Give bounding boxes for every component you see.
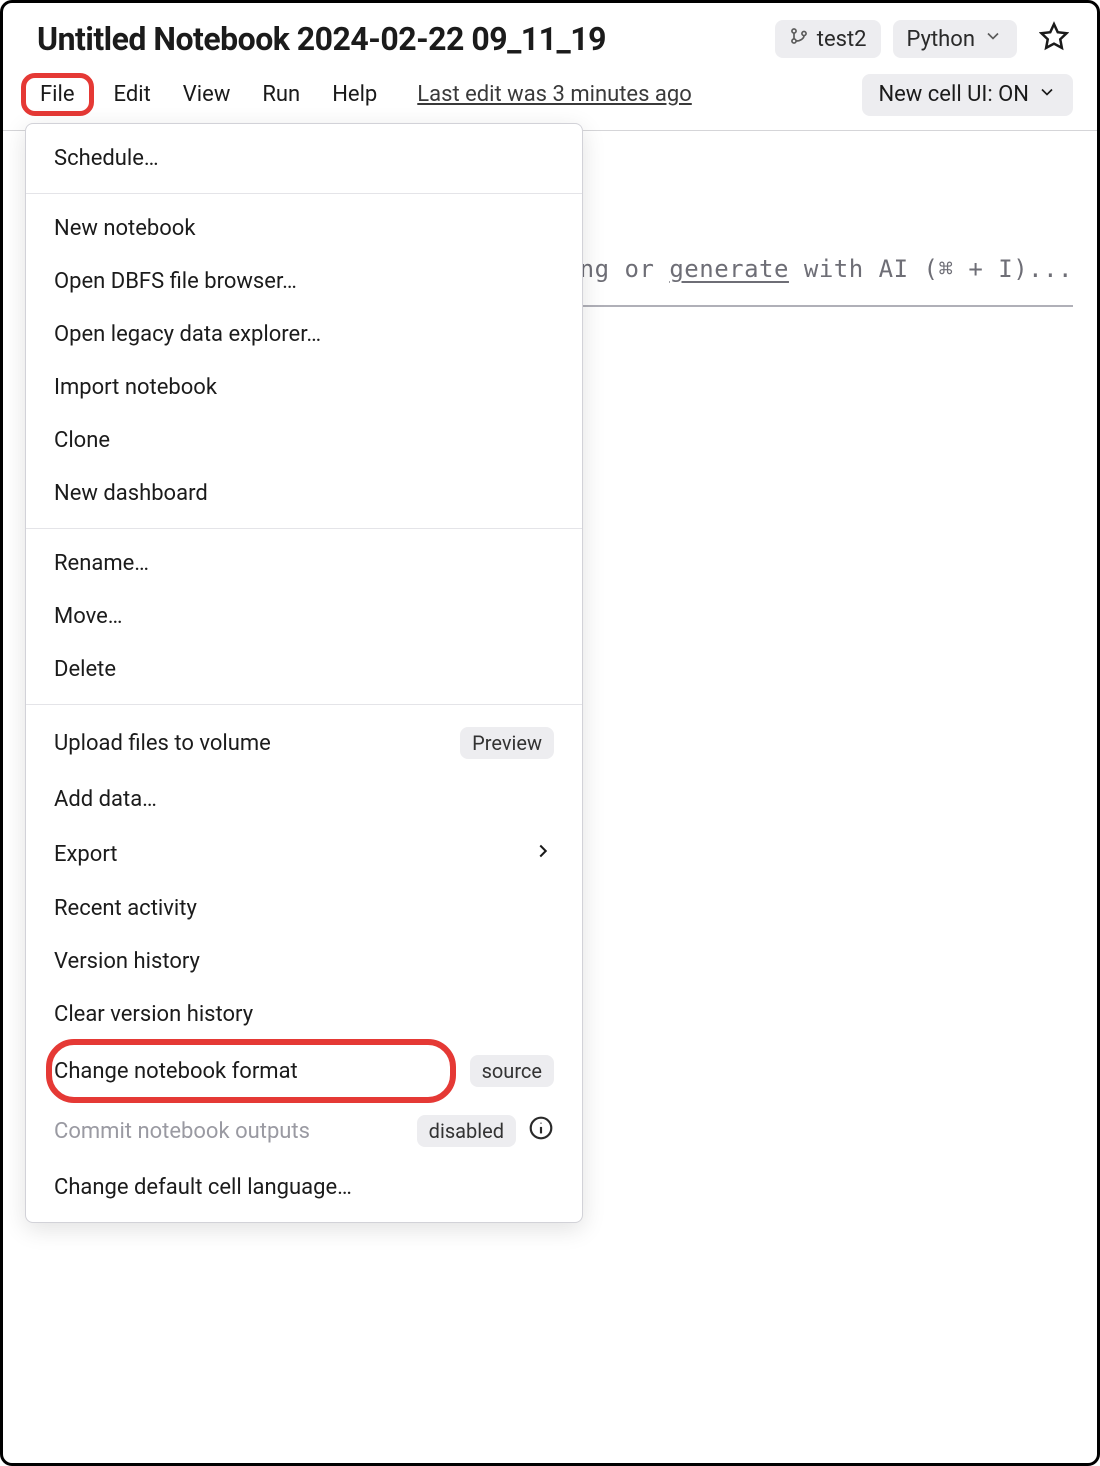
menu-view[interactable]: View bbox=[167, 76, 247, 113]
menu-item-label: Open DBFS file browser… bbox=[54, 269, 554, 294]
notebook-title[interactable]: Untitled Notebook 2024-02-22 09_11_19 bbox=[37, 20, 606, 58]
menu-item-label: Open legacy data explorer… bbox=[54, 322, 554, 347]
menu-item-label: Clear version history bbox=[54, 1002, 554, 1027]
file-menu-add-data[interactable]: Add data… bbox=[26, 773, 582, 826]
branch-label: test2 bbox=[817, 27, 867, 52]
file-menu-upload-volume[interactable]: Upload files to volume Preview bbox=[26, 713, 582, 773]
file-menu-import-notebook[interactable]: Import notebook bbox=[26, 361, 582, 414]
new-cell-ui-label: New cell UI: ON bbox=[878, 82, 1029, 107]
chevron-down-icon bbox=[1037, 82, 1057, 108]
menu-item-label: Move… bbox=[54, 604, 554, 629]
menu-help[interactable]: Help bbox=[316, 76, 393, 113]
title-row: Untitled Notebook 2024-02-22 09_11_19 te… bbox=[3, 3, 1097, 61]
file-menu-recent-activity[interactable]: Recent activity bbox=[26, 882, 582, 935]
file-menu-rename[interactable]: Rename… bbox=[26, 537, 582, 590]
favorite-button[interactable] bbox=[1035, 17, 1073, 61]
menu-item-label: Rename… bbox=[54, 551, 554, 576]
menu-item-label: New notebook bbox=[54, 216, 554, 241]
menu-item-label: Import notebook bbox=[54, 375, 554, 400]
code-cell-placeholder[interactable]: ng or generate with AI (⌘ + I)... bbox=[580, 255, 1073, 283]
generate-link[interactable]: generate bbox=[669, 255, 789, 283]
file-menu-schedule[interactable]: Schedule… bbox=[26, 132, 582, 185]
menu-item-label: Add data… bbox=[54, 787, 554, 812]
language-label: Python bbox=[907, 27, 975, 52]
info-icon[interactable] bbox=[516, 1115, 554, 1147]
menu-item-label: Change notebook format bbox=[54, 1059, 470, 1084]
file-menu-commit-outputs: Commit notebook outputs disabled bbox=[26, 1101, 582, 1161]
file-menu-export[interactable]: Export bbox=[26, 826, 582, 882]
file-menu-new-notebook[interactable]: New notebook bbox=[26, 202, 582, 255]
branch-icon bbox=[789, 26, 809, 52]
menu-bar: File Edit View Run Help Last edit was 3 … bbox=[3, 61, 1097, 131]
branch-button[interactable]: test2 bbox=[775, 20, 881, 58]
menu-item-label: Export bbox=[54, 842, 532, 867]
star-icon bbox=[1039, 32, 1069, 57]
file-menu-version-history[interactable]: Version history bbox=[26, 935, 582, 988]
file-menu-open-legacy-explorer[interactable]: Open legacy data explorer… bbox=[26, 308, 582, 361]
menu-item-label: Version history bbox=[54, 949, 554, 974]
file-menu-new-dashboard[interactable]: New dashboard bbox=[26, 467, 582, 520]
preview-badge: Preview bbox=[460, 727, 554, 759]
language-selector[interactable]: Python bbox=[893, 20, 1017, 58]
file-menu-clear-version-history[interactable]: Clear version history bbox=[26, 988, 582, 1041]
menu-item-label: Upload files to volume bbox=[54, 731, 460, 756]
file-menu-move[interactable]: Move… bbox=[26, 590, 582, 643]
file-menu-open-dbfs[interactable]: Open DBFS file browser… bbox=[26, 255, 582, 308]
menu-edit[interactable]: Edit bbox=[98, 76, 167, 113]
menu-item-label: Recent activity bbox=[54, 896, 554, 921]
chevron-right-icon bbox=[532, 840, 554, 868]
disabled-badge: disabled bbox=[417, 1115, 516, 1147]
file-menu-dropdown: Schedule… New notebook Open DBFS file br… bbox=[25, 123, 583, 1223]
menu-item-label: Change default cell language… bbox=[54, 1175, 554, 1200]
file-menu-clone[interactable]: Clone bbox=[26, 414, 582, 467]
last-edit-link[interactable]: Last edit was 3 minutes ago bbox=[417, 82, 692, 107]
chevron-down-icon bbox=[983, 26, 1003, 52]
format-badge: source bbox=[470, 1055, 554, 1087]
file-menu-change-default-language[interactable]: Change default cell language… bbox=[26, 1161, 582, 1214]
menu-run[interactable]: Run bbox=[246, 76, 316, 113]
menu-item-label: Commit notebook outputs bbox=[54, 1119, 417, 1144]
file-menu-delete[interactable]: Delete bbox=[26, 643, 582, 696]
new-cell-ui-toggle[interactable]: New cell UI: ON bbox=[862, 74, 1073, 116]
menu-file[interactable]: File bbox=[21, 73, 94, 116]
menu-item-label: New dashboard bbox=[54, 481, 554, 506]
menu-item-label: Delete bbox=[54, 657, 554, 682]
file-menu-change-notebook-format[interactable]: Change notebook format source bbox=[26, 1041, 582, 1101]
cell-hint-suffix: with AI (⌘ + I)... bbox=[789, 255, 1073, 283]
cell-hint-prefix: ng or bbox=[580, 255, 670, 283]
menu-item-label: Clone bbox=[54, 428, 554, 453]
file-menu-schedule-label: Schedule… bbox=[54, 146, 554, 171]
